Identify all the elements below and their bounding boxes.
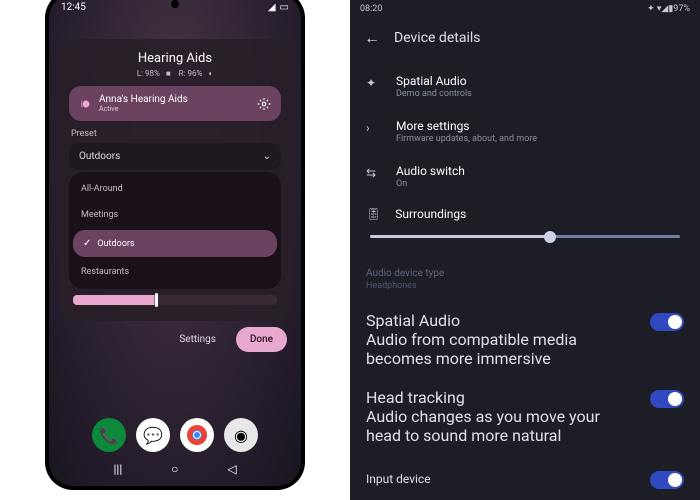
phone-right: 08:20 ✦ ▾◢▮97% ← Device details ✦ Spatia… xyxy=(350,0,700,500)
header: ← Device details xyxy=(350,18,700,64)
slider-thumb[interactable] xyxy=(155,293,158,307)
hearing-aids-card: Hearing Aids L: 98% ■ R: 96% ◐ Anna's He… xyxy=(59,39,291,321)
card-title: Hearing Aids xyxy=(69,51,281,66)
surroundings-icon: 🎚 xyxy=(366,207,381,221)
preset-option-meetings[interactable]: Meetings xyxy=(69,202,281,228)
preset-option-restaurants[interactable]: Restaurants xyxy=(69,259,281,285)
spatial-icon: ✦ xyxy=(366,76,382,90)
device-row[interactable]: Anna's Hearing Aids Active xyxy=(69,86,281,121)
phone-left: 12:45 ◢ ▭ Hearing Aids L: 98% ■ R: 96% ◐ xyxy=(0,0,350,500)
settings-button[interactable]: Settings xyxy=(167,327,228,352)
status-icons-right: ✦ ▾◢▮97% xyxy=(647,4,690,14)
status-time-right: 08:20 xyxy=(360,4,382,14)
surroundings-label: Surroundings xyxy=(395,207,466,221)
toggle-spatial-audio[interactable]: Spatial Audio Audio from compatible medi… xyxy=(350,301,700,378)
row-spatial-audio-demo[interactable]: ✦ Spatial Audio Demo and controls xyxy=(350,64,700,109)
row-title: Spatial Audio xyxy=(396,74,684,88)
camera-cutout xyxy=(171,0,179,8)
page-title: Device details xyxy=(394,30,480,46)
toggle-title: Head tracking xyxy=(366,388,638,407)
done-button[interactable]: Done xyxy=(236,327,287,352)
preset-selected-value: Outdoors xyxy=(79,151,120,162)
toggle-title: Input device xyxy=(366,472,431,486)
row-title: Audio switch xyxy=(396,164,684,178)
preset-option-outdoors-label: Outdoors xyxy=(97,239,134,249)
preset-dropdown: All-Around Meetings ✓ Outdoors Restauran… xyxy=(69,172,281,289)
row-subtitle: Firmware updates, about, and more xyxy=(396,134,684,144)
status-right: ◢ ▭ xyxy=(268,2,289,13)
dock-chrome-icon[interactable] xyxy=(180,418,214,452)
nav-bar: ||| ○ ◁ xyxy=(49,456,301,486)
dock-phone-icon[interactable]: 📞 xyxy=(92,418,126,452)
toggle-subtitle: Audio from compatible media becomes more… xyxy=(366,330,638,368)
left-battery: L: 98% xyxy=(137,69,160,78)
preset-option-all-around[interactable]: All-Around xyxy=(69,176,281,202)
toggle-switch[interactable] xyxy=(650,313,684,331)
row-title: More settings xyxy=(396,119,684,133)
chevron-down-icon: ⌄ xyxy=(263,151,271,162)
right-battery: R: 96% xyxy=(179,69,203,78)
row-audio-switch[interactable]: ⇆ Audio switch On xyxy=(350,154,700,199)
row-subtitle: Demo and controls xyxy=(396,89,684,99)
nav-home[interactable]: ○ xyxy=(171,462,178,476)
section-label: Audio device type xyxy=(350,252,700,281)
surroundings-block: 🎚 Surroundings xyxy=(350,199,700,252)
row-more-settings[interactable]: › More settings Firmware updates, about,… xyxy=(350,109,700,154)
dock: 📞 💬 ◉ xyxy=(49,412,301,456)
chevron-right-icon: › xyxy=(366,121,382,135)
status-time: 12:45 xyxy=(61,2,86,13)
back-button[interactable]: ← xyxy=(364,28,380,48)
toggle-switch[interactable] xyxy=(650,390,684,408)
surroundings-slider[interactable] xyxy=(370,235,680,238)
battery-icon: ▭ xyxy=(280,2,289,13)
slider-track xyxy=(370,235,550,238)
toggle-subtitle: Audio changes as you move your head to s… xyxy=(366,407,638,445)
phone-screen: 12:45 ◢ ▭ Hearing Aids L: 98% ■ R: 96% ◐ xyxy=(49,0,301,486)
nav-recents[interactable]: ||| xyxy=(113,462,122,476)
preset-option-outdoors[interactable]: ✓ Outdoors xyxy=(73,230,277,257)
swap-icon: ⇆ xyxy=(366,166,382,180)
button-row: Settings Done xyxy=(49,321,301,352)
slider-thumb[interactable] xyxy=(544,231,556,243)
dock-camera-icon[interactable]: ◉ xyxy=(224,418,258,452)
toggle-head-tracking[interactable]: Head tracking Audio changes as you move … xyxy=(350,378,700,455)
hearing-aid-icon xyxy=(79,97,93,111)
volume-slider[interactable] xyxy=(73,295,277,305)
preset-select[interactable]: Outdoors ⌄ xyxy=(69,143,281,170)
section-sub: Headphones xyxy=(350,281,700,301)
preset-label: Preset xyxy=(71,129,281,139)
check-icon: ✓ xyxy=(83,238,91,249)
signal-icon: ◢ xyxy=(268,2,276,13)
device-status: Active xyxy=(99,105,188,113)
phone-frame: 12:45 ◢ ▭ Hearing Aids L: 98% ■ R: 96% ◐ xyxy=(45,0,305,490)
nav-back[interactable]: ◁ xyxy=(227,462,236,476)
battery-levels: L: 98% ■ R: 96% ◐ xyxy=(69,69,281,78)
toggle-title: Spatial Audio xyxy=(366,311,638,330)
status-bar-right: 08:20 ✦ ▾◢▮97% xyxy=(350,0,700,18)
device-name: Anna's Hearing Aids xyxy=(99,94,188,105)
dock-messages-icon[interactable]: 💬 xyxy=(136,418,170,452)
gear-icon[interactable] xyxy=(257,97,271,111)
toggle-switch[interactable] xyxy=(650,471,684,489)
toggle-input-device[interactable]: Input device xyxy=(350,455,700,500)
row-subtitle: On xyxy=(396,179,684,189)
